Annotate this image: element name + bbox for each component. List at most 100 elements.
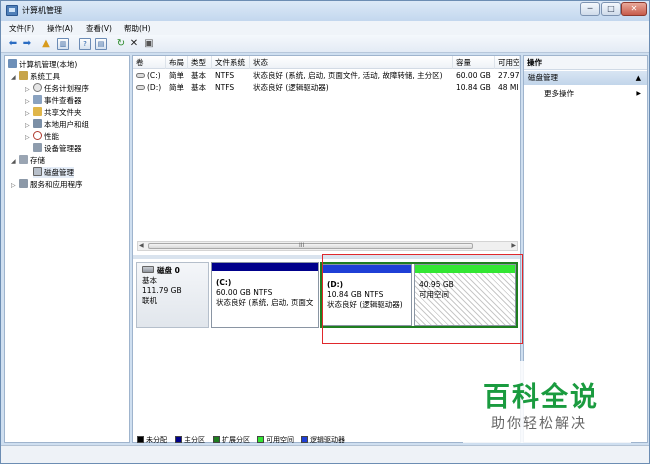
collapsed-arrow-icon[interactable]: ▷ — [25, 96, 33, 107]
show-hide-tree-icon[interactable]: ▥ — [57, 38, 69, 50]
volume-cell: (D:) — [133, 82, 166, 94]
refresh-icon[interactable]: ↻ — [115, 38, 127, 50]
disk-tool-icon[interactable]: ▣ — [143, 38, 155, 50]
submenu-arrow-icon: ▶ — [636, 90, 641, 97]
tree-item-label: 性能 — [44, 132, 59, 141]
tree-item-label: 磁盘管理 — [44, 168, 74, 177]
menu-file[interactable]: 文件(F) — [9, 23, 34, 34]
horizontal-scrollbar[interactable]: ◀ III ▶ — [137, 241, 518, 251]
free-cell: 48 MI — [498, 83, 519, 92]
forward-arrow-icon[interactable]: ➡ — [21, 38, 33, 50]
tree-item-local-users-groups[interactable]: ▷ 本地用户和组 — [25, 119, 89, 130]
primary-partition-bar — [212, 263, 318, 271]
tree-item-device-manager[interactable]: 设备管理器 — [33, 143, 82, 154]
tree-item-label: 事件查看器 — [44, 96, 82, 105]
legend-primary: 主分区 — [175, 436, 205, 444]
back-arrow-icon[interactable]: ⬅ — [7, 38, 19, 50]
tree-item-shared-folders[interactable]: ▷ 共享文件夹 — [25, 107, 82, 118]
expanded-arrow-icon[interactable]: ◢ — [11, 156, 19, 167]
more-actions-item[interactable]: 更多操作 ▶ — [544, 88, 647, 100]
menu-action[interactable]: 操作(A) — [47, 23, 73, 34]
status-bar — [1, 445, 649, 463]
collapse-up-icon[interactable]: ▲ — [636, 71, 641, 85]
menu-view[interactable]: 查看(V) — [86, 23, 112, 34]
partition-c[interactable]: (C:) 60.00 GB NTFS 状态良好 (系统, 启动, 页面文 — [211, 262, 319, 328]
legend-logical-drive: 逻辑驱动器 — [301, 436, 345, 444]
column-header-type[interactable]: 类型 — [188, 56, 212, 69]
actions-section-label: 磁盘管理 — [528, 73, 558, 82]
free-cell: 27.97 — [498, 71, 520, 80]
expanded-arrow-icon[interactable]: ◢ — [11, 72, 19, 83]
tree-item-system-tools[interactable]: ◢ 系统工具 — [11, 71, 60, 82]
properties-icon[interactable]: ▤ — [95, 38, 107, 50]
disk-0-label[interactable]: 磁盘 0 基本 111.79 GB 联机 — [136, 262, 209, 328]
collapsed-arrow-icon[interactable]: ▷ — [11, 180, 19, 191]
partition-status: 状态良好 (系统, 启动, 页面文 — [216, 298, 314, 307]
tree-item-services-applications[interactable]: ▷ 服务和应用程序 — [11, 179, 83, 190]
tree-item-task-scheduler[interactable]: ▷ 任务计划程序 — [25, 83, 89, 94]
minimize-button[interactable]: ─ — [580, 2, 600, 16]
filesystem-cell: NTFS — [215, 71, 235, 80]
computer-management-window: 计算机管理 ─ □ ✕ 文件(F) 操作(A) 查看(V) 帮助(H) ⬅ ➡ … — [0, 0, 650, 464]
layout-cell: 简单 — [169, 71, 184, 80]
volume-row[interactable]: (C:) 简单 基本 NTFS 状态良好 (系统, 启动, 页面文件, 活动, … — [133, 70, 520, 82]
legend-swatch — [213, 436, 220, 443]
drive-icon — [136, 85, 145, 90]
tree-item-storage[interactable]: ◢ 存储 — [11, 155, 45, 166]
title-bar[interactable]: 计算机管理 ─ □ ✕ — [1, 1, 649, 21]
clock-icon — [33, 83, 42, 92]
volume-cell: (C:) — [133, 70, 166, 82]
actions-section-disk-management[interactable]: 磁盘管理 ▲ — [524, 71, 647, 85]
column-header-layout[interactable]: 布局 — [166, 56, 188, 69]
collapsed-arrow-icon[interactable]: ▷ — [25, 132, 33, 143]
toolbar: ⬅ ➡ ▲ ▥ ? ▤ ↻ ✕ ▣ — [1, 35, 649, 53]
storage-icon — [19, 155, 28, 164]
more-actions-label: 更多操作 — [544, 89, 574, 98]
up-folder-icon[interactable]: ▲ — [40, 38, 52, 50]
collapsed-arrow-icon[interactable]: ▷ — [25, 108, 33, 119]
capacity-cell: 60.00 GB — [456, 71, 491, 80]
window-title: 计算机管理 — [22, 6, 62, 15]
computer-management-icon — [6, 5, 18, 16]
legend-label: 未分配 — [146, 436, 167, 444]
status-cell: 状态良好 (系统, 启动, 页面文件, 活动, 故障转储, 主分区) — [253, 71, 443, 80]
tree-item-label: 计算机管理(本地) — [19, 60, 78, 69]
column-header-filesystem[interactable]: 文件系统 — [212, 56, 250, 69]
volume-name: (C:) — [147, 71, 161, 80]
help-icon[interactable]: ? — [79, 38, 91, 50]
tree-item-label: 系统工具 — [30, 72, 60, 81]
tree-item-performance[interactable]: ▷ 性能 — [25, 131, 59, 142]
maximize-button[interactable]: □ — [601, 2, 621, 16]
menu-help[interactable]: 帮助(H) — [124, 23, 151, 34]
volume-name: (D:) — [147, 83, 162, 92]
tree-item-label: 任务计划程序 — [44, 84, 89, 93]
collapsed-arrow-icon[interactable]: ▷ — [25, 120, 33, 131]
disk-type: 基本 — [142, 276, 157, 285]
event-viewer-icon — [33, 95, 42, 104]
capacity-cell: 10.84 GB — [456, 83, 491, 92]
scrollbar-thumb[interactable]: III — [148, 242, 473, 249]
legend-label: 可用空间 — [266, 436, 294, 444]
delete-icon[interactable]: ✕ — [128, 38, 140, 50]
type-cell: 基本 — [191, 83, 206, 92]
device-manager-icon — [33, 143, 42, 152]
tree-item-event-viewer[interactable]: ▷ 事件查看器 — [25, 95, 82, 106]
tree-item-label: 本地用户和组 — [44, 120, 89, 129]
tree-item-label: 服务和应用程序 — [30, 180, 83, 189]
column-header-volume[interactable]: 卷 — [133, 56, 166, 69]
tree-item-disk-management[interactable]: 磁盘管理 — [33, 167, 74, 178]
tree-item-computer-management[interactable]: 计算机管理(本地) — [8, 59, 77, 70]
partition-size: 60.00 GB NTFS — [216, 288, 273, 297]
column-header-free[interactable]: 可用空 — [495, 56, 520, 69]
volume-row[interactable]: (D:) 简单 基本 NTFS 状态良好 (逻辑驱动器) 10.84 GB 48… — [133, 82, 520, 94]
column-header-capacity[interactable]: 容量 — [453, 56, 495, 69]
watermark: 百科全说 助你轻松解决 — [463, 361, 631, 443]
scroll-left-arrow-icon[interactable]: ◀ — [139, 242, 144, 249]
scroll-right-arrow-icon[interactable]: ▶ — [511, 242, 516, 249]
close-button[interactable]: ✕ — [621, 2, 647, 16]
disk-icon — [142, 266, 154, 273]
collapsed-arrow-icon[interactable]: ▷ — [25, 84, 33, 95]
disk-name: 磁盘 0 — [157, 266, 180, 275]
partition-info: (C:) 60.00 GB NTFS 状态良好 (系统, 启动, 页面文 — [216, 278, 313, 308]
column-header-status[interactable]: 状态 — [250, 56, 453, 69]
